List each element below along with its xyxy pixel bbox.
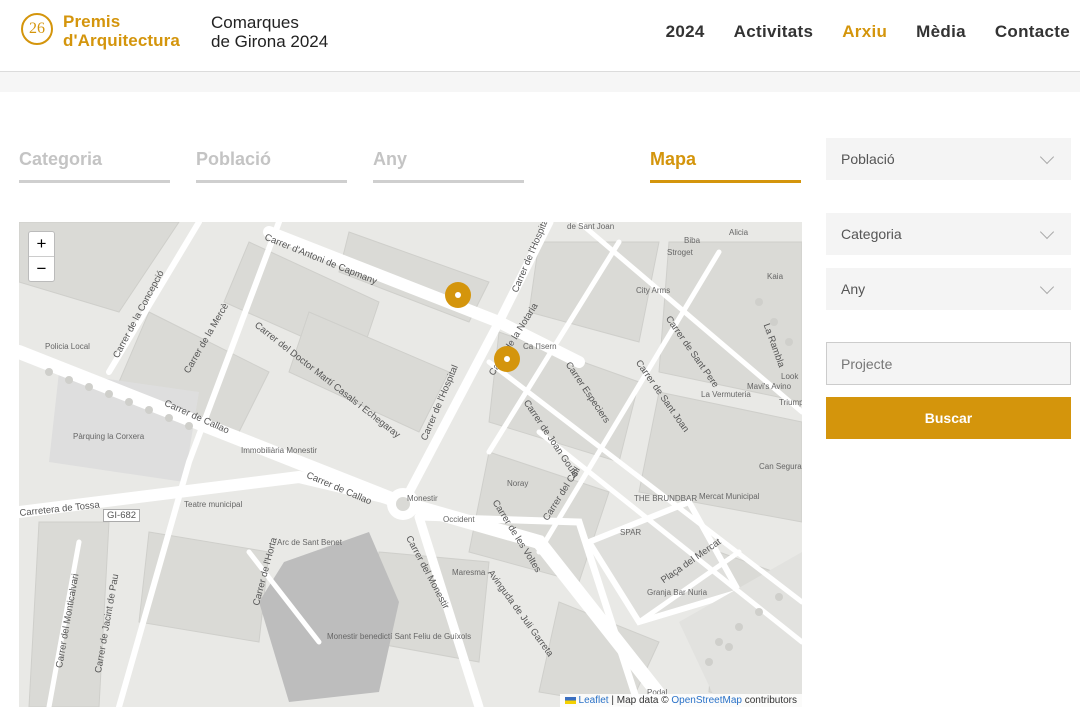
poi-label: Policia Local: [45, 342, 90, 351]
poi-label: SPAR: [620, 528, 642, 537]
poi-label: Maresma: [452, 568, 486, 577]
site-header: 26 Premis d'Arquitectura Comarques de Gi…: [0, 0, 1080, 72]
categoria-select[interactable]: Categoria: [826, 213, 1071, 255]
main-nav: 2024 Activitats Arxiu Mèdia Contacte: [666, 22, 1070, 42]
any-select[interactable]: Any: [826, 268, 1071, 310]
poi-label: Monestir: [407, 494, 438, 503]
subtitle-line-2: de Girona 2024: [211, 32, 329, 51]
leaflet-link[interactable]: Leaflet: [579, 695, 609, 706]
nav-2024[interactable]: 2024: [666, 22, 705, 42]
categoria-select-label: Categoria: [841, 226, 902, 242]
tab-categoria[interactable]: Categoria: [19, 149, 170, 183]
logo-text[interactable]: Premis d'Arquitectura: [63, 12, 180, 50]
nav-arxiu[interactable]: Arxiu: [842, 22, 887, 42]
poi-label: Immobiliària Monestir: [241, 446, 318, 455]
poi-label: Monestir benedictí Sant Feliu de Guíxols: [327, 632, 471, 641]
nav-contacte[interactable]: Contacte: [995, 22, 1070, 42]
tab-mapa[interactable]: Mapa: [650, 149, 801, 183]
poi-label: Can Segura: [759, 462, 802, 471]
tab-mapa-label: Mapa: [650, 149, 697, 169]
attribution-suffix: contributors: [741, 695, 797, 706]
poi-label: Granja Bar Nuria: [647, 588, 708, 597]
poi-label: Stroget: [667, 248, 693, 257]
zoom-control: + −: [28, 231, 55, 282]
project-marker[interactable]: [445, 282, 471, 308]
logo-badge[interactable]: 26: [21, 13, 53, 45]
project-marker[interactable]: [494, 346, 520, 372]
tab-categoria-label: Categoria: [19, 149, 103, 169]
zoom-out-button[interactable]: −: [29, 256, 54, 281]
nav-media[interactable]: Mèdia: [916, 22, 966, 42]
projecte-search-input[interactable]: [826, 342, 1071, 385]
poi-label: Kaia: [767, 272, 784, 281]
poi-label: Noray: [507, 479, 529, 488]
poi-label: Arc de Sant Benet: [277, 538, 342, 547]
poi-label: Ca l'Isern: [523, 342, 557, 351]
header-divider-band: [0, 72, 1080, 92]
chevron-down-icon: [1039, 224, 1055, 239]
poi-label: Mavi's Avino: [747, 382, 792, 391]
poi-label: Biba: [684, 236, 701, 245]
attribution-text: | Map data ©: [608, 695, 672, 706]
tab-any-label: Any: [373, 149, 408, 169]
poi-label: Teatre municipal: [184, 500, 243, 509]
subtitle-line-1: Comarques: [211, 13, 299, 32]
poi-label: Triump: [779, 398, 802, 407]
tab-any[interactable]: Any: [373, 149, 524, 183]
nav-activitats[interactable]: Activitats: [734, 22, 814, 42]
poblacio-select-label: Població: [841, 151, 895, 167]
poi-label: Mercat Municipal: [699, 492, 760, 501]
poi-label: Look: [781, 372, 799, 381]
ukraine-flag-icon: [564, 697, 576, 704]
poi-label: de Sant Joan: [567, 222, 615, 231]
chevron-down-icon: [1039, 149, 1055, 164]
search-button[interactable]: Buscar: [826, 397, 1071, 439]
poi-label: Alicia: [729, 228, 749, 237]
tab-poblacio[interactable]: Població: [196, 149, 347, 183]
chevron-down-icon: [1039, 279, 1055, 294]
tab-poblacio-label: Població: [196, 149, 272, 169]
poi-label: City Arms: [636, 286, 671, 295]
poi-label: Pàrquing la Corxera: [73, 432, 145, 441]
any-select-label: Any: [841, 281, 866, 297]
poblacio-select[interactable]: Població: [826, 138, 1071, 180]
logo-line-2: d'Arquitectura: [63, 31, 180, 50]
poi-label: THE BRUNDBAR: [634, 494, 698, 503]
poi-label: La Vermuteria: [701, 390, 751, 399]
poi-label: Occident: [443, 515, 475, 524]
road-shield: GI-682: [103, 509, 141, 522]
logo-line-1: Premis: [63, 12, 121, 31]
map-attribution: Leaflet | Map data © OpenStreetMap contr…: [559, 694, 802, 707]
osm-link[interactable]: OpenStreetMap: [671, 695, 742, 706]
zoom-in-button[interactable]: +: [29, 232, 54, 256]
logo-number: 26: [29, 20, 45, 37]
site-subtitle: Comarques de Girona 2024: [211, 13, 328, 51]
map-view[interactable]: Carrer d'Antoni de Capmany Carrer de la …: [19, 222, 802, 707]
